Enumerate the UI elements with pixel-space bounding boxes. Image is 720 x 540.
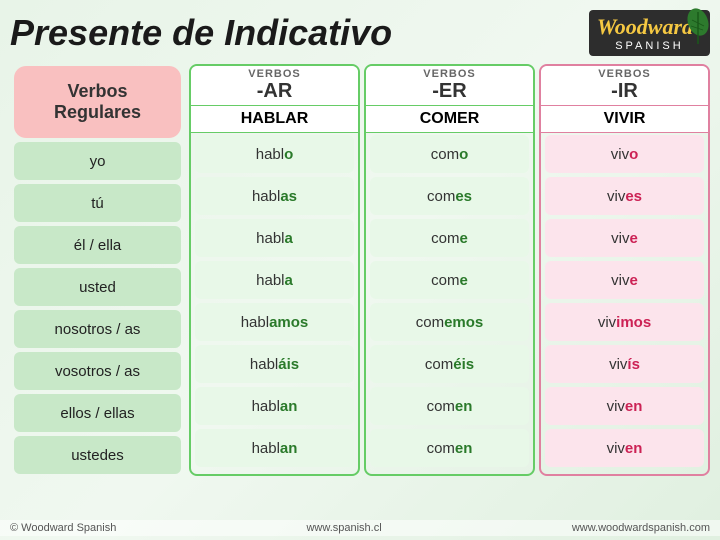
- er-conj-0: como: [370, 135, 529, 173]
- ir-conj-3: vive: [545, 261, 704, 299]
- ar-verb-name: HABLAR: [191, 105, 358, 133]
- subject-ellos: ellos / ellas: [14, 394, 181, 432]
- er-column: VERBOS -ER COMER como comes come come co…: [364, 64, 535, 476]
- er-conj-7: comen: [370, 429, 529, 467]
- subject-usted: usted: [14, 268, 181, 306]
- subject-vosotros: vosotros / as: [14, 352, 181, 390]
- subject-nosotros: nosotros / as: [14, 310, 181, 348]
- logo-brand: Woodward®: [597, 14, 702, 40]
- ir-conj-5: vivís: [545, 345, 704, 383]
- er-conj-2: come: [370, 219, 529, 257]
- subject-ustedes: ustedes: [14, 436, 181, 474]
- ir-type-label: -IR: [541, 80, 708, 103]
- er-conj-4: comemos: [370, 303, 529, 341]
- ar-verbos-label: VERBOS: [191, 68, 358, 80]
- ar-type-label: -AR: [191, 80, 358, 103]
- er-verbos-label: VERBOS: [366, 68, 533, 80]
- ar-conj-1: hablas: [195, 177, 354, 215]
- ir-conj-7: viven: [545, 429, 704, 467]
- subject-yo: yo: [14, 142, 181, 180]
- ir-column: VERBOS -IR VIVIR vivo vives vive vive vi…: [539, 64, 710, 476]
- er-conj-1: comes: [370, 177, 529, 215]
- ir-verbos-label: VERBOS: [541, 68, 708, 80]
- ar-conj-4: hablamos: [195, 303, 354, 341]
- subject-tu: tú: [14, 184, 181, 222]
- ar-conj-5: habláis: [195, 345, 354, 383]
- er-conj-6: comen: [370, 387, 529, 425]
- footer-right: www.woodwardspanish.com: [572, 522, 710, 534]
- footer: © Woodward Spanish www.spanish.cl www.wo…: [0, 520, 720, 536]
- er-verb-name: COMER: [366, 105, 533, 133]
- ar-conj-0: hablo: [195, 135, 354, 173]
- main-title: Presente de Indicativo: [10, 12, 392, 54]
- footer-left: © Woodward Spanish: [10, 522, 116, 534]
- ir-conj-2: vive: [545, 219, 704, 257]
- logo: Woodward® SPANISH: [589, 10, 710, 56]
- er-header: VERBOS -ER: [366, 66, 533, 105]
- ar-column: VERBOS -AR HABLAR hablo hablas habla hab…: [189, 64, 360, 476]
- ar-conj-3: habla: [195, 261, 354, 299]
- header: Presente de Indicativo Woodward® SPANISH: [10, 10, 710, 56]
- ir-header: VERBOS -IR: [541, 66, 708, 105]
- verbos-regulares-label: VerbosRegulares: [54, 81, 141, 123]
- ar-conj-6: hablan: [195, 387, 354, 425]
- ir-conj-6: viven: [545, 387, 704, 425]
- subject-el-ella: él / ella: [14, 226, 181, 264]
- footer-center: www.spanish.cl: [306, 522, 381, 534]
- conjugation-table: VerbosRegulares yo tú él / ella usted no…: [10, 64, 710, 476]
- verbos-regulares-header: VerbosRegulares: [14, 66, 181, 138]
- er-conj-3: come: [370, 261, 529, 299]
- ir-conj-1: vives: [545, 177, 704, 215]
- er-type-label: -ER: [366, 80, 533, 103]
- ar-header: VERBOS -AR: [191, 66, 358, 105]
- ar-conj-2: habla: [195, 219, 354, 257]
- ir-verb-name: VIVIR: [541, 105, 708, 133]
- page: Presente de Indicativo Woodward® SPANISH…: [0, 0, 720, 540]
- subject-column: VerbosRegulares yo tú él / ella usted no…: [10, 64, 185, 476]
- ar-conj-7: hablan: [195, 429, 354, 467]
- ir-conj-4: vivimos: [545, 303, 704, 341]
- ir-conj-0: vivo: [545, 135, 704, 173]
- er-conj-5: coméis: [370, 345, 529, 383]
